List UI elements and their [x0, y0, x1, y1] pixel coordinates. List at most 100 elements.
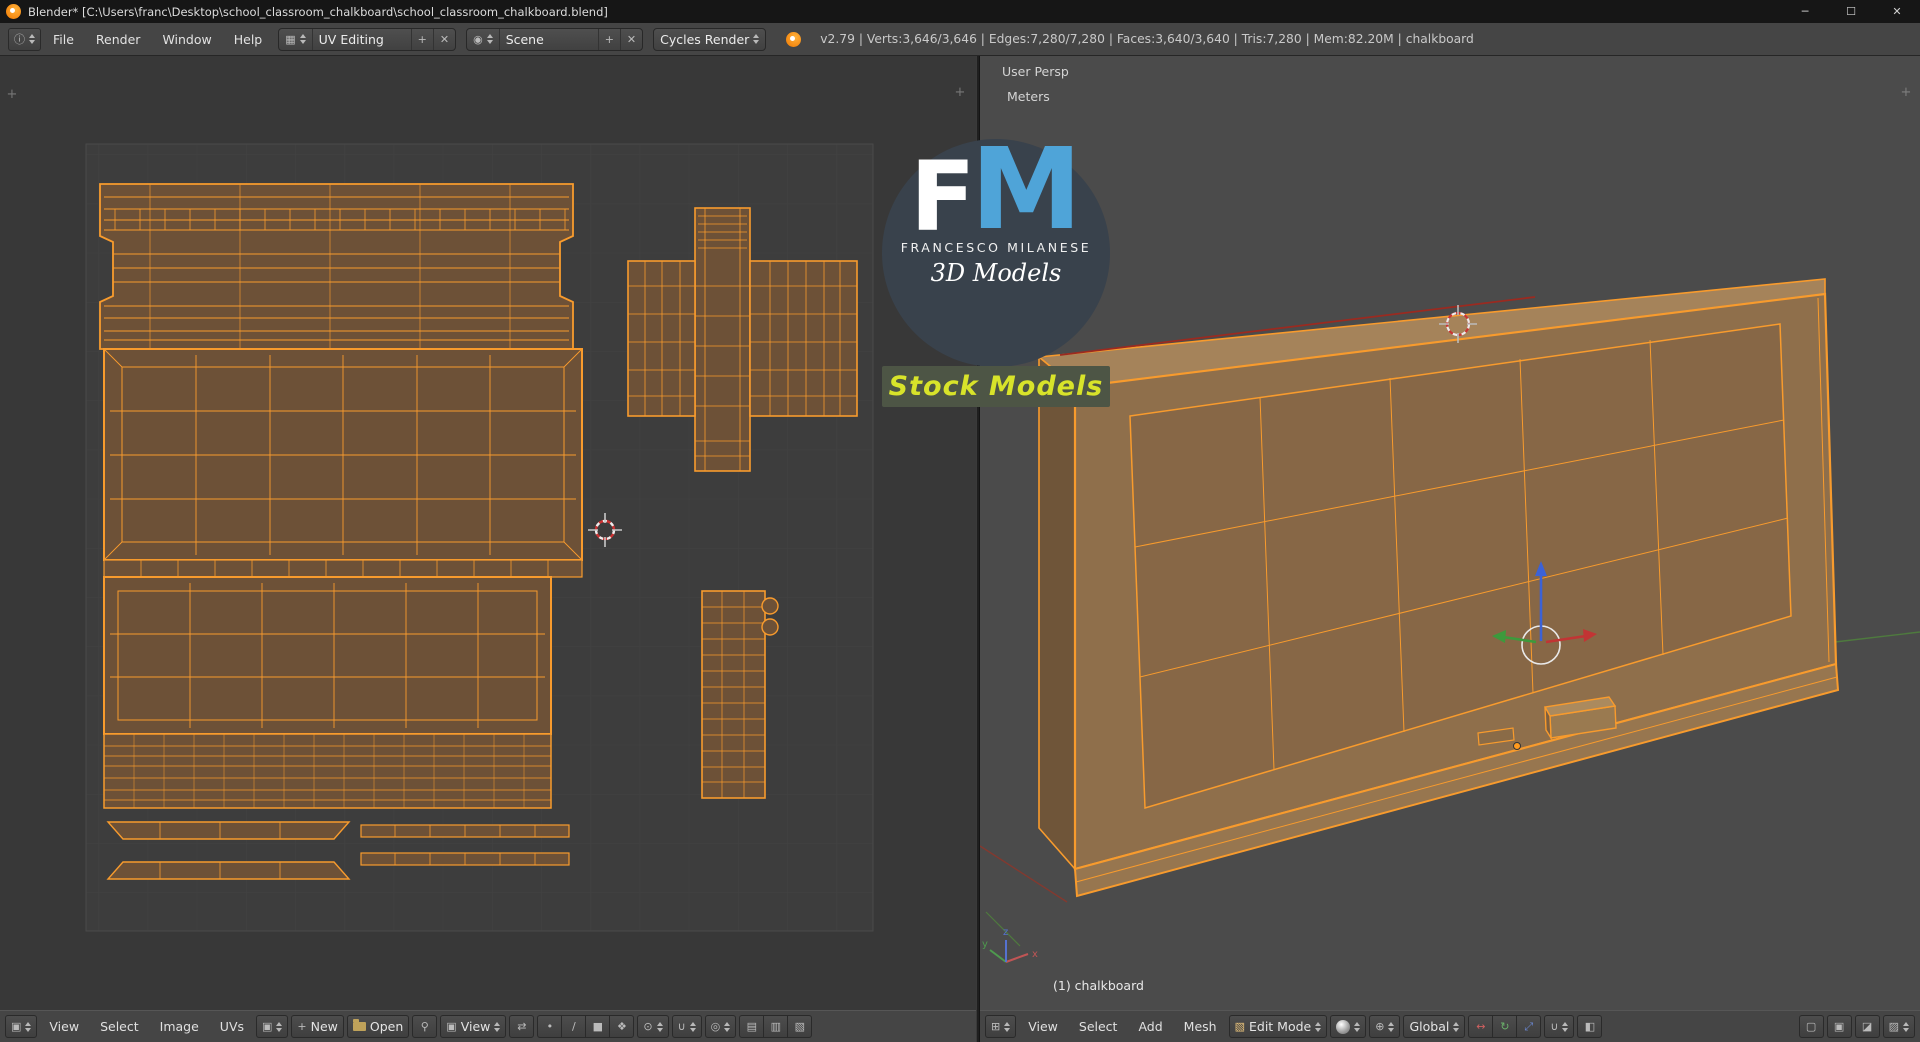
minimize-button[interactable]: ─: [1782, 0, 1828, 23]
viewport-3d-pane: x y z User Persp Meters (1) chalkboard +…: [980, 56, 1920, 1042]
render-option-c-button[interactable]: ◪: [1855, 1015, 1880, 1038]
blender-app-icon: [6, 4, 21, 19]
image-pin-button[interactable]: ⚲: [412, 1015, 437, 1038]
uv-editor-pane: + + ▣ View Select Image UVs ▣ + New O: [0, 56, 976, 1042]
sync-icon: ⇄: [517, 1020, 526, 1033]
updown-arrows-icon: [1315, 1022, 1321, 1032]
viewport-shading-dropdown[interactable]: [1330, 1015, 1366, 1038]
unit-system-overlay: Meters: [1007, 89, 1050, 104]
viewport-canvas[interactable]: x y z: [980, 56, 1920, 1010]
object-origin-dot: [1514, 743, 1521, 750]
face-icon: ■: [593, 1020, 603, 1033]
occlude-geometry-button[interactable]: ◧: [1577, 1015, 1602, 1038]
close-button[interactable]: ✕: [1874, 0, 1920, 23]
uv-draw-type-c-button[interactable]: ▧: [787, 1015, 812, 1038]
image-open-button[interactable]: Open: [347, 1015, 409, 1038]
updown-arrows-icon: [690, 1022, 696, 1032]
orientation-selector[interactable]: Global: [1403, 1015, 1465, 1038]
render-option-a-button[interactable]: ▢: [1799, 1015, 1824, 1038]
window-title: Blender* [C:\Users\franc\Desktop\school_…: [28, 5, 608, 19]
proportional-icon: ◎: [711, 1020, 721, 1033]
rotate-icon: ↻: [1500, 1020, 1509, 1033]
scene-name[interactable]: Scene: [506, 32, 592, 47]
delete-scene-button[interactable]: ✕: [620, 29, 642, 50]
updown-arrows-icon: [724, 1022, 730, 1032]
screen-layout-name[interactable]: UV Editing: [319, 32, 405, 47]
uv-menu-view[interactable]: View: [40, 1019, 88, 1034]
uv-draw-type-b-button[interactable]: ▥: [763, 1015, 788, 1038]
viewport-canvas-area[interactable]: x y z User Persp Meters (1) chalkboard +: [980, 56, 1920, 1010]
info-header: ⓘ File Render Window Help ▦ UV Editing +…: [0, 23, 1920, 56]
uv-menu-uvs[interactable]: UVs: [211, 1019, 253, 1034]
viewport-menu-add[interactable]: Add: [1129, 1019, 1171, 1034]
image-new-button[interactable]: + New: [291, 1015, 343, 1038]
menu-render[interactable]: Render: [86, 28, 151, 51]
mode-selector[interactable]: ▧ Edit Mode: [1229, 1015, 1328, 1038]
active-object-overlay: (1) chalkboard: [1053, 978, 1144, 993]
manipulator-scale-button[interactable]: ⤢: [1516, 1015, 1541, 1038]
uv-sync-selection-button[interactable]: ⇄: [509, 1015, 534, 1038]
vertex-icon: •: [547, 1020, 554, 1033]
scene-selector[interactable]: ◉ Scene + ✕: [466, 28, 643, 51]
island-icon: ❖: [617, 1020, 627, 1033]
manipulator-rotate-button[interactable]: ↻: [1492, 1015, 1517, 1038]
render-option-b-button[interactable]: ▣: [1827, 1015, 1852, 1038]
uv-snap-button[interactable]: ∪: [672, 1015, 702, 1038]
pivot-center-dropdown[interactable]: ⊕: [1369, 1015, 1400, 1038]
uv-vertex-mode-button[interactable]: •: [537, 1015, 562, 1038]
region-expand-arrow[interactable]: +: [1898, 84, 1914, 100]
viewport-menu-mesh[interactable]: Mesh: [1175, 1019, 1226, 1034]
region-expand-arrow[interactable]: +: [952, 84, 968, 100]
add-layout-button[interactable]: +: [411, 29, 433, 50]
axis-z-label: z: [1003, 927, 1008, 938]
image-browse-button[interactable]: ▣: [256, 1015, 288, 1038]
viewport-menu-view[interactable]: View: [1019, 1019, 1067, 1034]
menu-help[interactable]: Help: [224, 28, 273, 51]
watermark-badge-circle: F M FRANCESCO MILANESE 3D Models: [882, 139, 1110, 367]
uv-edge-mode-button[interactable]: /: [561, 1015, 586, 1038]
manipulator-translate-button[interactable]: ↔: [1468, 1015, 1493, 1038]
uv-canvas-area[interactable]: + +: [0, 56, 976, 1010]
watermark-initials: F M: [910, 145, 1082, 237]
viewport-render-cluster: ▢ ▣ ◪ ▨: [1799, 1015, 1915, 1038]
menu-window[interactable]: Window: [152, 28, 221, 51]
viewport-menu-select[interactable]: Select: [1070, 1019, 1127, 1034]
render-option-d-button[interactable]: ▨: [1883, 1015, 1915, 1038]
viewport-3d-header: ⊞ View Select Add Mesh ▧ Edit Mode ⊕ Glo…: [980, 1010, 1920, 1042]
uv-view-dropdown[interactable]: ▣ View: [440, 1015, 506, 1038]
uv-editor-icon: ▣: [11, 1020, 21, 1033]
uv-island-mode-button[interactable]: ❖: [609, 1015, 634, 1038]
uv-face-mode-button[interactable]: ■: [585, 1015, 610, 1038]
uv-menu-select[interactable]: Select: [91, 1019, 148, 1034]
edge-icon: /: [572, 1020, 576, 1033]
editor-type-button-3d[interactable]: ⊞: [985, 1015, 1016, 1038]
region-expand-arrow[interactable]: +: [4, 86, 20, 102]
snap-button[interactable]: ∪: [1544, 1015, 1574, 1038]
editor-type-button-info[interactable]: ⓘ: [8, 28, 41, 51]
menu-file[interactable]: File: [43, 28, 84, 51]
uv-menu-image[interactable]: Image: [151, 1019, 208, 1034]
uv-sticky-mode-dropdown[interactable]: ⊙: [637, 1015, 668, 1038]
updown-arrows-icon: [753, 34, 759, 44]
updown-arrows-icon: [1903, 1022, 1909, 1032]
editor-type-button-uv[interactable]: ▣: [5, 1015, 37, 1038]
magnet-icon: ∪: [678, 1020, 686, 1033]
window-titlebar[interactable]: Blender* [C:\Users\franc\Desktop\school_…: [0, 0, 1920, 23]
uv-proportional-edit-dropdown[interactable]: ◎: [705, 1015, 737, 1038]
add-scene-button[interactable]: +: [598, 29, 620, 50]
uv-draw-type-a-button[interactable]: ▤: [739, 1015, 764, 1038]
view-name-overlay: User Persp: [1002, 64, 1069, 79]
pivot-icon: ⊕: [1375, 1020, 1384, 1033]
screen-layout-selector[interactable]: ▦ UV Editing + ✕: [278, 28, 456, 51]
maximize-button[interactable]: ☐: [1828, 0, 1874, 23]
axis-x-label: x: [1032, 949, 1038, 960]
stock-models-label: Stock Models: [889, 371, 1104, 402]
occlude-icon: ◧: [1585, 1020, 1595, 1033]
uv-canvas[interactable]: [0, 56, 976, 1010]
watermark-initial-m: M: [971, 145, 1082, 237]
pin-icon: ⚲: [421, 1020, 429, 1033]
sticky-icon: ⊙: [643, 1020, 652, 1033]
render-engine-selector[interactable]: Cycles Render: [653, 28, 766, 51]
updown-arrows-icon: [487, 34, 493, 44]
delete-layout-button[interactable]: ✕: [433, 29, 455, 50]
